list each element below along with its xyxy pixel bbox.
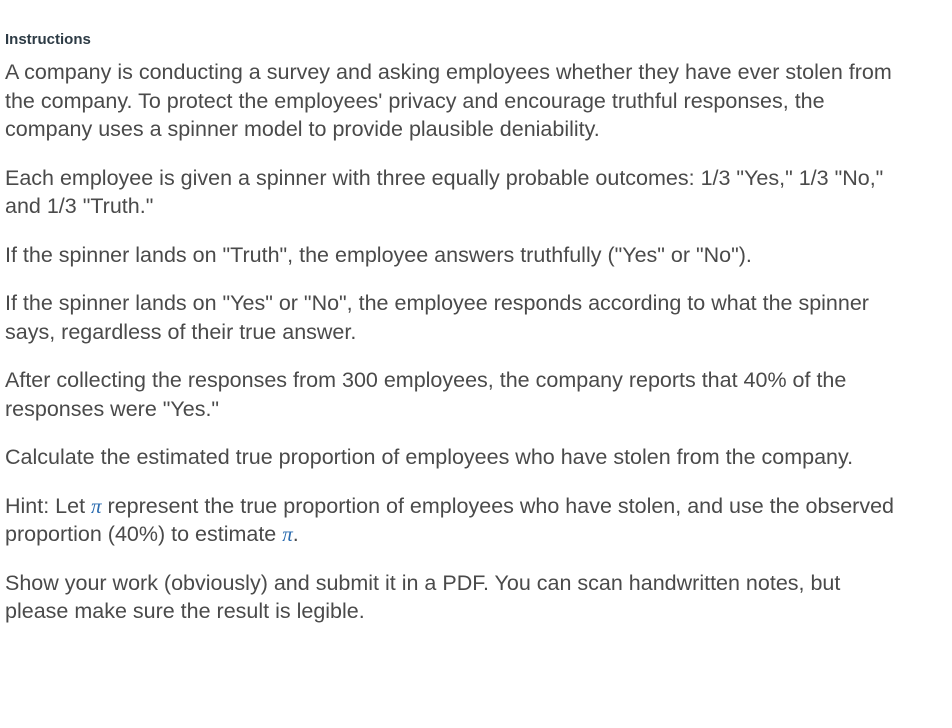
paragraph-survey-intro: A company is conducting a survey and ask… xyxy=(5,60,892,141)
pi-symbol: π xyxy=(91,493,102,518)
hint-text-2: represent the true proportion of employe… xyxy=(5,493,894,547)
hint-text-3: . xyxy=(292,522,299,546)
paragraph-yes-no-rule: If the spinner lands on "Yes" or "No", t… xyxy=(5,291,869,344)
pi-symbol: π xyxy=(282,522,293,546)
paragraph-task: Calculate the estimated true proportion … xyxy=(5,445,854,469)
paragraph-submission: Show your work (obviously) and submit it… xyxy=(5,570,841,624)
paragraph-truth-rule: If the spinner lands on "Truth", the emp… xyxy=(5,242,752,267)
paragraph-survey-results: After collecting the responses from 300 … xyxy=(5,368,847,421)
hint-text-1: Hint: Let xyxy=(5,493,92,518)
instructions-heading: Instructions xyxy=(5,31,91,48)
instructions-panel: Instructions A company is conducting a s… xyxy=(5,30,905,646)
paragraph-spinner-outcomes: Each employee is given a spinner with th… xyxy=(5,165,884,219)
paragraph-hint: Hint: Let π represent the true proportio… xyxy=(5,492,905,549)
